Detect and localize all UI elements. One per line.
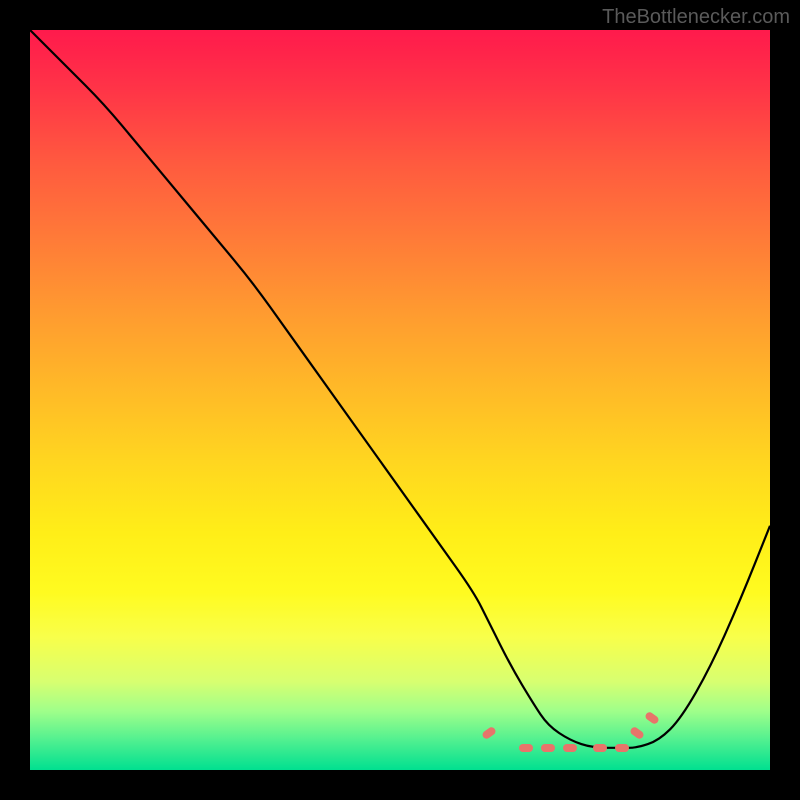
curve-marker bbox=[563, 744, 577, 752]
curve-marker bbox=[541, 744, 555, 752]
watermark-text: TheBottlenecker.com bbox=[602, 6, 790, 29]
bottleneck-curve bbox=[30, 30, 770, 770]
curve-marker bbox=[615, 744, 629, 752]
curve-marker bbox=[519, 744, 533, 752]
chart-plot-area bbox=[30, 30, 770, 770]
curve-marker bbox=[593, 744, 607, 752]
